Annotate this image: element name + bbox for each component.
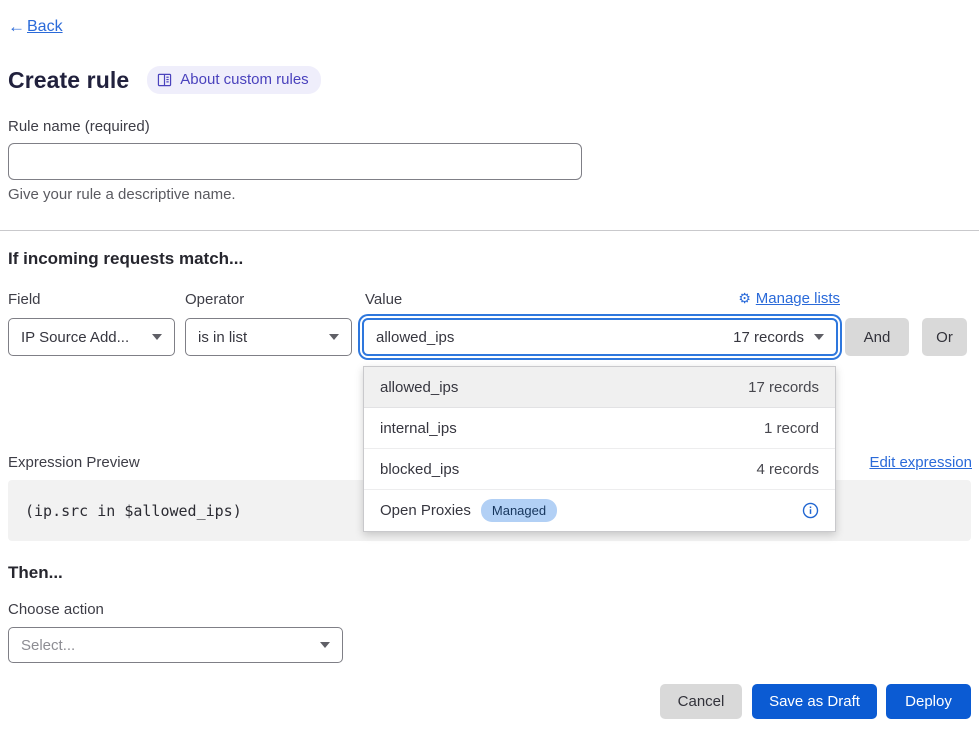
back-arrow-icon: ←: [8, 17, 25, 37]
action-select[interactable]: Select...: [8, 627, 343, 663]
option-name: internal_ips: [380, 420, 457, 437]
chevron-down-icon: [152, 334, 162, 340]
value-label: Value: [365, 291, 402, 308]
then-section-heading: Then...: [8, 563, 63, 583]
option-name: Open Proxies: [380, 502, 471, 519]
title-row: Create rule About custom rules: [8, 66, 321, 94]
value-select[interactable]: allowed_ips 17 records: [362, 318, 838, 356]
choose-action-label: Choose action: [8, 601, 104, 618]
option-name: blocked_ips: [380, 461, 459, 478]
or-button[interactable]: Or: [922, 318, 967, 356]
operator-select-value: is in list: [198, 329, 319, 346]
and-button[interactable]: And: [845, 318, 909, 356]
dropdown-option-open-proxies[interactable]: Open Proxies Managed: [364, 490, 835, 531]
option-name: allowed_ips: [380, 379, 458, 396]
book-icon: [157, 73, 172, 87]
deploy-button[interactable]: Deploy: [886, 684, 971, 719]
operator-label: Operator: [185, 291, 244, 308]
section-divider: [0, 230, 979, 231]
option-record-count: 4 records: [756, 461, 819, 478]
expression-code: (ip.src in $allowed_ips): [25, 502, 242, 520]
value-select-records: 17 records: [733, 329, 804, 346]
expression-preview-label: Expression Preview: [8, 454, 140, 471]
action-select-placeholder: Select...: [21, 637, 310, 654]
about-custom-rules-link[interactable]: About custom rules: [147, 66, 320, 94]
value-dropdown-panel: allowed_ips 17 records internal_ips 1 re…: [363, 366, 836, 532]
back-link[interactable]: ← Back: [8, 17, 63, 37]
rule-name-help: Give your rule a descriptive name.: [8, 186, 236, 203]
field-select-value: IP Source Add...: [21, 329, 142, 346]
chevron-down-icon: [329, 334, 339, 340]
create-rule-page: ← Back Create rule About custom rules Ru…: [0, 0, 979, 739]
about-custom-rules-label: About custom rules: [180, 72, 308, 87]
field-label: Field: [8, 291, 41, 308]
chevron-down-icon: [320, 642, 330, 648]
info-icon[interactable]: [802, 502, 819, 519]
operator-select[interactable]: is in list: [185, 318, 352, 356]
managed-badge: Managed: [481, 499, 557, 522]
field-select[interactable]: IP Source Add...: [8, 318, 175, 356]
manage-lists-link[interactable]: ⚙ Manage lists: [738, 290, 840, 307]
chevron-down-icon: [814, 334, 824, 340]
option-record-count: 1 record: [764, 420, 819, 437]
manage-lists-label: Manage lists: [756, 290, 840, 307]
gear-icon: ⚙: [738, 290, 751, 307]
back-label: Back: [27, 18, 63, 36]
edit-expression-link[interactable]: Edit expression: [869, 454, 972, 471]
dropdown-option-internal-ips[interactable]: internal_ips 1 record: [364, 408, 835, 449]
page-title: Create rule: [8, 67, 129, 94]
save-as-draft-button[interactable]: Save as Draft: [752, 684, 877, 719]
option-record-count: 17 records: [748, 379, 819, 396]
cancel-button[interactable]: Cancel: [660, 684, 742, 719]
rule-name-label: Rule name (required): [8, 118, 150, 135]
value-select-value: allowed_ips: [376, 329, 721, 346]
rule-name-input[interactable]: [8, 143, 582, 180]
match-section-heading: If incoming requests match...: [8, 249, 243, 269]
dropdown-option-blocked-ips[interactable]: blocked_ips 4 records: [364, 449, 835, 490]
dropdown-option-allowed-ips[interactable]: allowed_ips 17 records: [364, 367, 835, 408]
